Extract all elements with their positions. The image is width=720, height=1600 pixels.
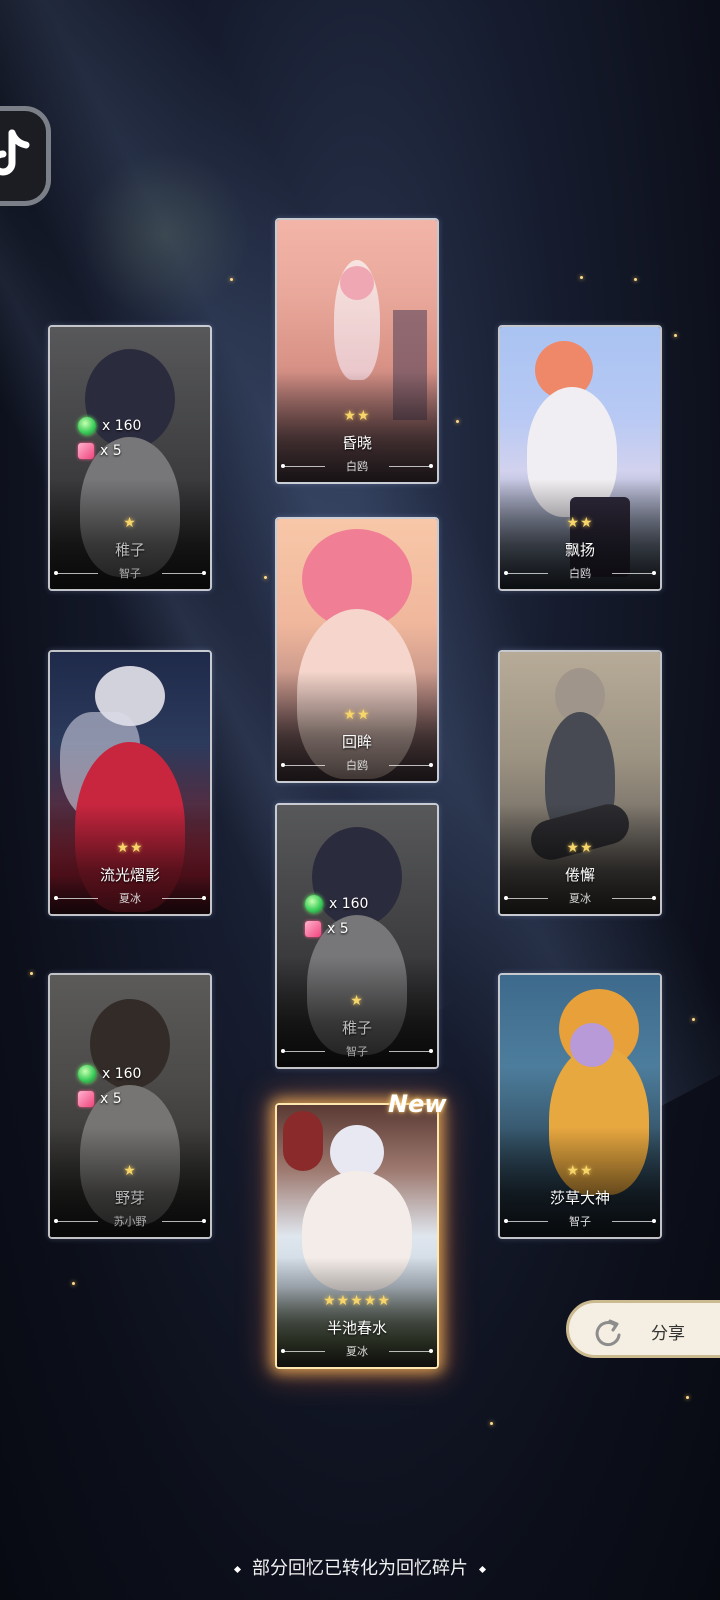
- rarity-stars: ★★: [343, 707, 371, 723]
- sparkle: [692, 1018, 695, 1021]
- sparkle: [686, 1396, 689, 1399]
- cube-icon: [305, 921, 321, 937]
- sparkle: [264, 576, 267, 579]
- gem-icon: [305, 895, 323, 913]
- card-title: 半池春水: [326, 1319, 387, 1337]
- card-title: 昏晓: [341, 434, 372, 452]
- rarity-stars: ★: [350, 993, 364, 1009]
- gem-reward: x 160: [78, 1065, 188, 1083]
- card-author: 夏冰: [569, 892, 591, 905]
- card-title: 稚子: [114, 541, 145, 559]
- footer-notice: 部分回忆已转化为回忆碎片: [0, 1554, 720, 1580]
- card-author: 苏小野: [113, 1215, 147, 1228]
- card-author: 白鸥: [346, 460, 368, 473]
- sparkle: [30, 972, 33, 975]
- share-arrow-icon: [591, 1315, 625, 1353]
- rarity-stars: ★: [123, 1163, 137, 1179]
- rarity-stars: ★★★★★: [323, 1293, 391, 1309]
- memory-card[interactable]: x 160 x 5 ★ 稚子 智子: [275, 803, 439, 1069]
- sparkle: [674, 334, 677, 337]
- card-author: 夏冰: [119, 892, 141, 905]
- card-title: 流光熠影: [99, 866, 160, 884]
- card-title: 倦懈: [564, 866, 595, 884]
- card-author: 白鸥: [346, 759, 368, 772]
- card-author: 智子: [119, 567, 141, 580]
- card-title: 飘扬: [564, 541, 595, 559]
- memory-card[interactable]: x 160 x 5 ★ 野芽 苏小野: [48, 973, 212, 1239]
- gem-icon: [78, 417, 96, 435]
- music-app-icon[interactable]: [0, 106, 51, 206]
- card-title: 稚子: [341, 1019, 372, 1037]
- memory-card[interactable]: x 160 x 5 ★ 稚子 智子: [48, 325, 212, 591]
- diamond-bullet: [478, 1565, 487, 1573]
- cube-reward: x 5: [78, 1091, 188, 1107]
- new-badge: New: [388, 1090, 447, 1118]
- card-title: 莎草大神: [549, 1189, 610, 1207]
- diamond-bullet: [233, 1565, 242, 1573]
- gem-icon: [78, 1065, 96, 1083]
- share-label: 分享: [651, 1324, 685, 1344]
- rarity-stars: ★★: [566, 515, 594, 531]
- share-button[interactable]: 分享: [566, 1300, 720, 1358]
- sparkle: [634, 278, 637, 281]
- footer-text: 部分回忆已转化为回忆碎片: [252, 1558, 468, 1579]
- rarity-stars: ★: [123, 515, 137, 531]
- sparkle: [490, 1422, 493, 1425]
- memory-card[interactable]: ★★ 莎草大神 智子: [498, 973, 662, 1239]
- cube-reward: x 5: [78, 443, 188, 459]
- sparkle: [580, 276, 583, 279]
- memory-card[interactable]: ★★ 倦懈 夏冰: [498, 650, 662, 916]
- bokeh-glow: [80, 150, 250, 320]
- card-author: 夏冰: [346, 1345, 368, 1358]
- rarity-stars: ★★: [566, 840, 594, 856]
- cube-reward: x 5: [305, 921, 415, 937]
- sparkle: [230, 278, 233, 281]
- cube-icon: [78, 443, 94, 459]
- memory-card[interactable]: ★★ 昏晓 白鸥: [275, 218, 439, 484]
- memory-card[interactable]: ★★ 流光熠影 夏冰: [48, 650, 212, 916]
- card-author: 智子: [346, 1045, 368, 1058]
- card-author: 智子: [569, 1215, 591, 1228]
- memory-card[interactable]: ★★ 回眸 白鸥: [275, 517, 439, 783]
- gem-reward: x 160: [78, 417, 188, 435]
- memory-card[interactable]: ★★ 飘扬 白鸥: [498, 325, 662, 591]
- rarity-stars: ★★: [343, 408, 371, 424]
- rarity-stars: ★★: [116, 840, 144, 856]
- sparkle: [72, 1282, 75, 1285]
- sparkle: [456, 420, 459, 423]
- cube-icon: [78, 1091, 94, 1107]
- memory-card-new[interactable]: ★★★★★ 半池春水 夏冰: [275, 1103, 439, 1369]
- card-title: 野芽: [114, 1189, 145, 1207]
- gem-reward: x 160: [305, 895, 415, 913]
- rarity-stars: ★★: [566, 1163, 594, 1179]
- card-author: 白鸥: [569, 567, 591, 580]
- card-title: 回眸: [341, 733, 372, 751]
